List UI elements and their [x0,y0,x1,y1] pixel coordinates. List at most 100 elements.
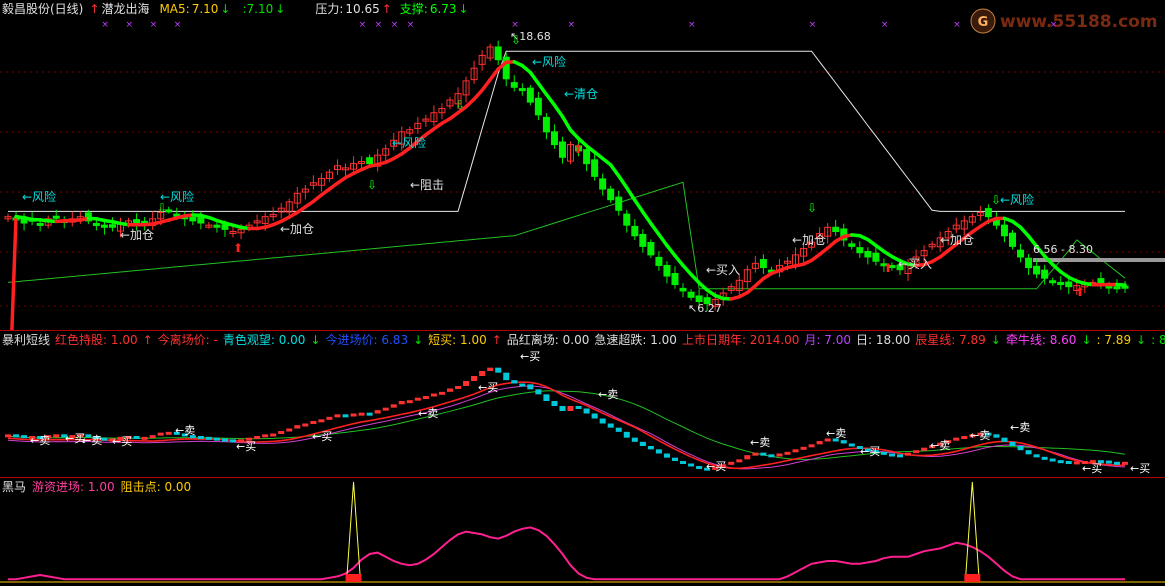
sub1-signal-label: ←卖 [1010,421,1030,434]
sub1-candle [310,421,317,424]
candle-body [864,250,872,258]
spike-block [964,574,981,582]
sub1-candle [792,449,799,453]
main-chart-pane[interactable]: 毅昌股份(日线) ↑ 潜龙出海 MA5: 7.10 ↓:7.10 ↓ 压力: 10.65 ↑ 支撑:… [0,0,1165,330]
buy-arrow-icon: ⬆ [573,142,583,156]
risk-label: ←风险 [1000,192,1034,207]
sub1-candle [438,391,445,395]
sub1-candle [744,455,751,460]
sub1-signal-label: ←卖 [970,429,990,442]
sub1-chart-svg: ←卖 ←买←卖 ←买←卖←买←买←卖←买←买←卖←买←卖←卖←买 ←卖←卖←卖←买 ←买 [5,350,1150,475]
candle-body [1033,265,1041,275]
add-label: ←加仓 [792,233,826,247]
sub1-candle [213,437,220,441]
sub1-candle [993,434,1000,438]
sub1-trend-segment [498,382,507,386]
sub1-candle [808,444,815,448]
sub1-candle [816,441,823,445]
buyin-label: ←买入 [898,257,932,271]
sub1-trend-segment [409,409,419,414]
sub1-candle [535,389,542,395]
sub1-candle [149,435,156,439]
sub1-signal-label: ←买 [312,430,332,443]
sub1-candle [655,449,662,454]
candle-body [197,216,205,224]
candle-body [599,178,607,190]
sub1-trend-segment [755,464,764,468]
add-label: ←加仓 [940,233,974,247]
sub1-candle [768,454,775,458]
sub1-trend-segment [980,442,989,446]
sell-arrow-icon: ⇩ [991,193,1001,207]
trend-line-segment [10,214,18,330]
sub1-candle [1009,441,1016,446]
candle-body [639,233,647,247]
sub1-trend-segment [827,450,836,454]
candle-body [856,247,864,254]
sub1-candle [888,453,895,457]
candle-body [848,243,856,247]
sub1-candle [639,441,646,446]
sub1-candle [342,414,349,418]
sub1-signal-label: ←买 [706,460,726,473]
sub1-signal-label: ←买 [860,445,880,458]
candle-body [687,291,695,298]
sub1-trend-segment [803,454,812,459]
sub1-candle [607,423,614,428]
candle-body [832,226,840,233]
trend-line-segment [552,103,565,119]
sub2-chart-pane[interactable]: 黑马 游资进场: 1.00 阻击点: 0.00 [0,478,1165,586]
trend-line-segment [480,77,492,92]
candle-body [631,225,639,237]
sub1-signal-label: ←卖 [418,407,438,420]
sub1-candle [961,436,968,439]
sub1-candle [13,434,20,438]
sub1-candle [334,414,341,418]
sub1-candle [647,446,654,450]
sub1-candle [728,461,735,465]
sub1-trend-segment [393,413,402,417]
sub1-candle [784,451,791,455]
sub1-signal-label: ←买 [478,381,498,394]
sub1-candle [1065,461,1072,464]
sub1-candle [736,459,743,463]
sub1-candle [471,376,478,381]
risk-label: ←风险 [22,189,56,204]
sell-arrow-icon: ⇩ [157,201,167,215]
sub1-chart-pane[interactable]: 暴利短线 红色持股: 1.00 ↑ 今离场价: - 青色观望: 0.00 ↓ 今进场价: 6… [0,331,1165,477]
sub1-candle [463,381,470,386]
candle-body [550,131,558,146]
trend-line-segment [641,210,653,226]
event-marker: × [391,20,399,30]
sub1-candle [800,446,807,450]
sub1-candle [896,454,903,458]
block-label: ←阻击 [410,178,444,192]
sub1-candle [511,380,518,384]
sub1-candle [5,434,11,438]
sub1-candle [591,413,598,419]
sub1-signal-label: ←买 [1082,462,1102,475]
candle-body [534,97,542,116]
sub1-candle [696,466,703,469]
candle-body [510,82,518,88]
candle-body [663,264,671,277]
sub1-trend-segment [819,451,828,455]
trend-line-segment [681,263,693,277]
sub1-candle [559,406,566,411]
candle-body [679,287,687,292]
candle-body [221,224,229,230]
sub1-signal-label: ←卖 [750,436,770,449]
sub1-candle [1025,450,1032,455]
sub1-trend-segment [940,452,949,456]
trend-line-segment [616,174,629,190]
buy-arrow-icon: ⬆ [233,241,243,255]
candle-body [607,188,615,201]
event-marker: × [407,20,415,30]
sub1-trend-segment [1020,442,1029,446]
sub1-candle [848,443,855,447]
sub1-signal-label: ←卖 [82,434,102,447]
sub1-trend-segment [377,416,386,420]
event-marker: × [568,20,576,30]
sell-arrow-icon: ⇩ [367,178,377,192]
sub1-trend-segment [530,381,539,385]
